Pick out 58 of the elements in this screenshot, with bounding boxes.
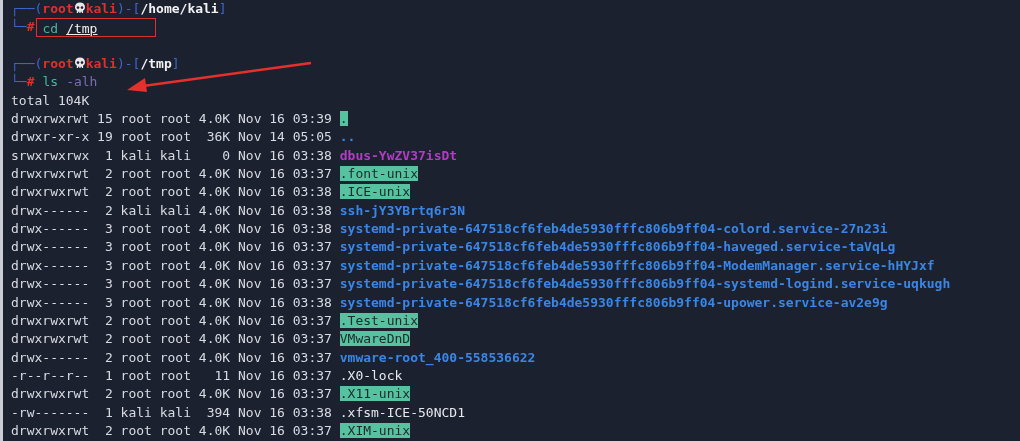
prompt-frame: ] <box>218 1 227 16</box>
command-argument: -alh <box>66 74 98 90</box>
user-name: root <box>42 56 74 72</box>
file-name: vmware-root_400-558536622 <box>339 349 536 365</box>
prompt-frame: └─ <box>11 74 27 90</box>
current-path: /tmp <box>140 56 172 72</box>
file-details: drwxrwxrwt 15 root root 4.0K Nov 16 03:39 <box>11 111 332 127</box>
file-details: drwx------ 3 root root 4.0K Nov 16 03:37 <box>11 257 332 273</box>
file-details: drwxr-xr-x 19 root root 36K Nov 14 05:05 <box>11 129 332 145</box>
file-name: ssh-jY3YBrtq6r3N <box>339 202 465 218</box>
total-size: total 104K <box>11 92 90 108</box>
command: ls <box>42 74 59 90</box>
file-name: dbus-YwZV37isDt <box>339 147 458 163</box>
prompt-frame: ] <box>171 56 180 72</box>
file-details: drwx------ 3 root root 4.0K Nov 16 03:38 <box>11 221 332 237</box>
file-details: drwxrwxrwt 2 root root 4.0K Nov 16 03:37 <box>11 331 332 347</box>
file-name: .. <box>339 129 356 145</box>
file-name: systemd-private-647518cf6feb4de5930fffc806b9ff04-upower.service-av2e9g <box>339 294 888 310</box>
file-name: systemd-private-647518cf6feb4de5930fffc806b9ff04-colord.service-27n23i <box>339 221 888 237</box>
file-details: drwxrwxrwt 2 root root 4.0K Nov 16 03:37 <box>11 386 332 402</box>
file-details: drwx------ 3 root root 4.0K Nov 16 03:38 <box>11 294 332 310</box>
prompt-frame: └─ <box>11 19 27 35</box>
file-details: drwx------ 2 root root 4.0K Nov 16 03:37 <box>11 349 332 365</box>
file-name: .XIM-unix <box>339 422 411 438</box>
file-details: drwx------ 3 root root 4.0K Nov 16 03:37 <box>11 276 332 292</box>
file-name: systemd-private-647518cf6feb4de5930fffc806b9ff04-systemd-logind.service-uqkugh <box>339 276 951 292</box>
file-name: .X11-unix <box>339 386 411 402</box>
current-path: /home/kali <box>140 1 219 16</box>
file-name: .X0-lock <box>339 367 403 383</box>
file-name: .ICE-unix <box>339 184 411 200</box>
prompt-symbol: # <box>26 74 35 90</box>
command: cd <box>42 21 59 37</box>
file-details: drwxrwxrwt 2 root root 4.0K Nov 16 03:37 <box>11 422 332 438</box>
file-name: systemd-private-647518cf6feb4de5930fffc806b9ff04-ModemManager.service-hHYJxf <box>339 257 935 273</box>
prompt-frame: )-[ <box>116 56 141 72</box>
file-name: VMwareDnD <box>339 331 411 347</box>
file-name: systemd-private-647518cf6feb4de5930fffc806b9ff04-haveged.service-taVqLg <box>339 239 896 255</box>
prompt-frame: )-[ <box>116 1 141 16</box>
file-details: -rw------- 1 kali kali 394 Nov 16 03:38 <box>11 404 332 420</box>
host-name: kali <box>85 56 117 72</box>
prompt-frame: ┌──( <box>11 1 43 16</box>
file-details: drwx------ 3 root root 4.0K Nov 16 03:37 <box>11 239 332 255</box>
file-name: .font-unix <box>339 166 418 182</box>
file-details: -r--r--r-- 1 root root 11 Nov 16 03:37 <box>11 367 332 383</box>
file-details: drwxrwxrwt 2 root root 4.0K Nov 16 03:37 <box>11 166 332 182</box>
user-name: root <box>42 1 74 16</box>
file-name: . <box>339 111 348 127</box>
file-name: .Test-unix <box>339 312 418 328</box>
file-details: srwxrwxrwx 1 kali kali 0 Nov 16 03:38 <box>11 147 332 163</box>
host-name: kali <box>85 1 117 16</box>
command-argument: /tmp <box>66 21 98 37</box>
file-details: drwxrwxrwt 2 root root 4.0K Nov 16 03:38 <box>11 184 332 200</box>
file-details: drwx------ 2 kali kali 4.0K Nov 16 03:38 <box>11 202 332 218</box>
skull-icon <box>73 57 86 71</box>
prompt-frame: ┌──( <box>11 56 43 72</box>
prompt-symbol: # <box>26 19 35 35</box>
file-name: .xfsm-ICE-50NCD1 <box>339 404 465 420</box>
file-details: drwxrwxrwt 2 root root 4.0K Nov 16 03:37 <box>11 312 332 328</box>
